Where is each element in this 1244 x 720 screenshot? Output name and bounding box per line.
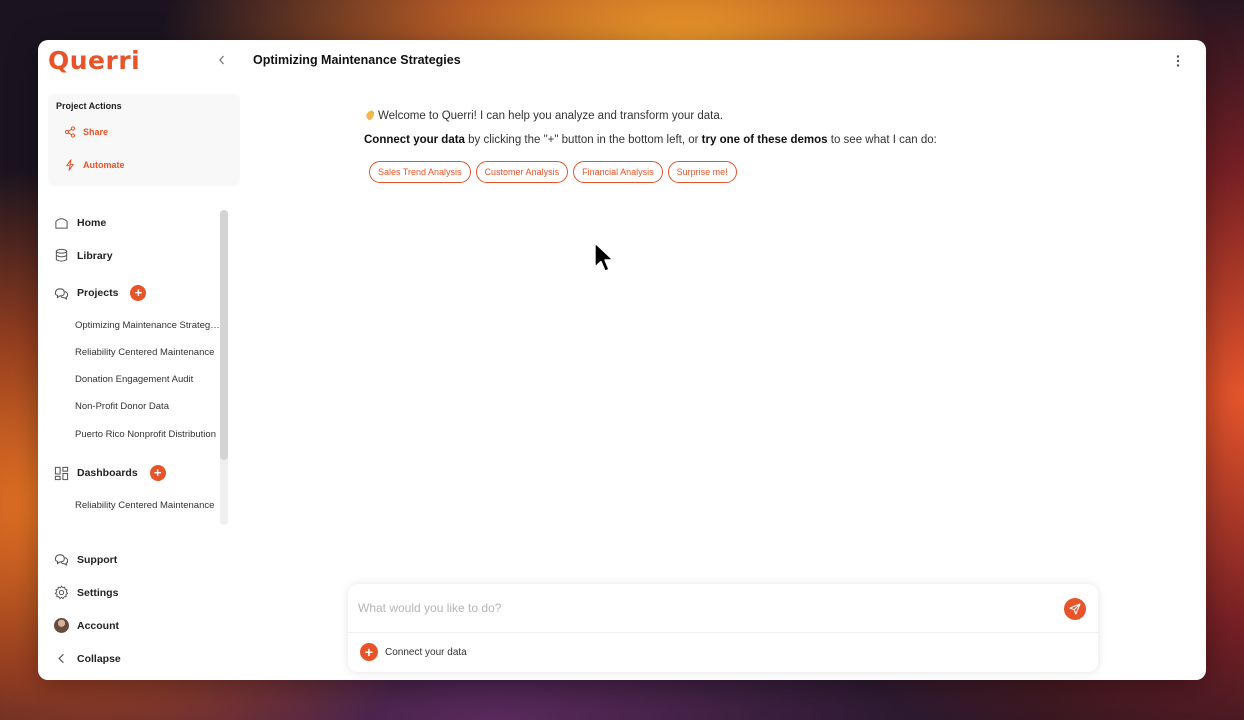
dashboard-item[interactable]: Reliability Centered Maintenance bbox=[75, 500, 220, 511]
project-item[interactable]: Non-Profit Donor Data bbox=[75, 401, 220, 412]
project-actions-title: Project Actions bbox=[56, 101, 122, 111]
sidebar-item-label: Support bbox=[77, 553, 118, 566]
demos-bold-text: try one of these demos bbox=[701, 134, 828, 146]
welcome-message: Welcome to Querri! I can help you analyz… bbox=[364, 109, 723, 122]
avatar bbox=[54, 618, 69, 633]
add-dashboard-button[interactable]: + bbox=[149, 465, 166, 481]
add-project-button[interactable]: + bbox=[130, 285, 147, 301]
chat-composer: + Connect your data bbox=[348, 584, 1098, 672]
project-item[interactable]: Puerto Rico Nonprofit Distribution bbox=[75, 429, 220, 440]
share-label: Share bbox=[83, 127, 109, 137]
app-window: Querri Project Actions Share Automate Ho… bbox=[38, 40, 1206, 680]
chevron-left-icon bbox=[58, 653, 64, 664]
sidebar-item-collapse[interactable]: Collapse bbox=[54, 651, 121, 666]
plus-icon: + bbox=[360, 643, 378, 661]
automate-label: Automate bbox=[83, 160, 125, 170]
querri-logo[interactable]: Querri bbox=[48, 46, 140, 75]
connect-instructions: Connect your data by clicking the "+" bu… bbox=[364, 134, 937, 146]
prompt-input[interactable] bbox=[358, 596, 1048, 620]
dashboard-grid-icon bbox=[54, 466, 69, 480]
sidebar-item-label: Projects bbox=[77, 287, 119, 299]
connect-mid-text: by clicking the "+" button in the bottom… bbox=[464, 134, 702, 146]
gear-icon bbox=[54, 585, 69, 600]
connect-data-button[interactable]: + Connect your data bbox=[360, 643, 467, 661]
database-icon bbox=[55, 248, 68, 262]
composer-divider bbox=[348, 632, 1098, 633]
welcome-text: Welcome to Querri! I can help you analyz… bbox=[378, 110, 723, 122]
connect-bold-text: Connect your data bbox=[364, 134, 465, 146]
connect-end-text: to see what I can do: bbox=[827, 134, 937, 146]
project-item[interactable]: Optimizing Maintenance Strategies bbox=[75, 320, 220, 331]
mouse-cursor-icon bbox=[594, 242, 614, 272]
sidebar-item-dashboards[interactable]: Dashboards + bbox=[54, 465, 166, 481]
sidebar-item-library[interactable]: Library bbox=[54, 248, 113, 263]
sidebar-item-settings[interactable]: Settings bbox=[54, 585, 118, 600]
share-icon bbox=[64, 126, 76, 138]
lightning-icon bbox=[66, 159, 74, 171]
more-options-icon[interactable] bbox=[1172, 53, 1184, 69]
sidebar-item-support[interactable]: Support bbox=[54, 552, 117, 567]
sidebar-item-label: Collapse bbox=[77, 652, 121, 665]
support-chat-icon bbox=[54, 554, 69, 566]
sidebar: Querri Project Actions Share Automate Ho… bbox=[38, 40, 240, 680]
chip-sales-trend-analysis[interactable]: Sales Trend Analysis bbox=[369, 161, 471, 183]
project-item[interactable]: Reliability Centered Maintenance bbox=[75, 347, 220, 358]
sidebar-item-home[interactable]: Home bbox=[54, 215, 106, 230]
home-icon bbox=[55, 218, 68, 229]
chip-customer-analysis[interactable]: Customer Analysis bbox=[475, 161, 569, 183]
page-title: Optimizing Maintenance Strategies bbox=[253, 53, 461, 67]
chevron-left-icon[interactable] bbox=[214, 52, 230, 68]
project-actions-panel: Project Actions Share Automate bbox=[48, 94, 240, 186]
sidebar-item-label: Account bbox=[77, 619, 119, 632]
sidebar-item-label: Dashboards bbox=[77, 467, 138, 479]
demo-chips: Sales Trend Analysis Customer Analysis F… bbox=[369, 161, 737, 183]
sidebar-item-label: Library bbox=[77, 249, 113, 262]
send-icon bbox=[1069, 603, 1081, 615]
sidebar-item-label: Settings bbox=[77, 586, 119, 599]
sidebar-item-label: Home bbox=[77, 216, 107, 229]
sidebar-item-projects[interactable]: Projects + bbox=[54, 285, 147, 301]
waving-hand-icon bbox=[366, 110, 375, 120]
send-button[interactable] bbox=[1064, 598, 1086, 620]
connect-data-label: Connect your data bbox=[385, 646, 467, 658]
automate-button[interactable]: Automate bbox=[64, 159, 125, 171]
sidebar-item-account[interactable]: Account bbox=[54, 618, 119, 633]
sidebar-scrollbar[interactable] bbox=[220, 210, 228, 460]
project-item[interactable]: Donation Engagement Audit bbox=[75, 374, 220, 385]
chip-surprise-me[interactable]: Surprise me! bbox=[667, 161, 737, 183]
chip-financial-analysis[interactable]: Financial Analysis bbox=[573, 161, 663, 183]
share-button[interactable]: Share bbox=[64, 126, 108, 138]
chat-bubbles-icon bbox=[54, 287, 69, 300]
